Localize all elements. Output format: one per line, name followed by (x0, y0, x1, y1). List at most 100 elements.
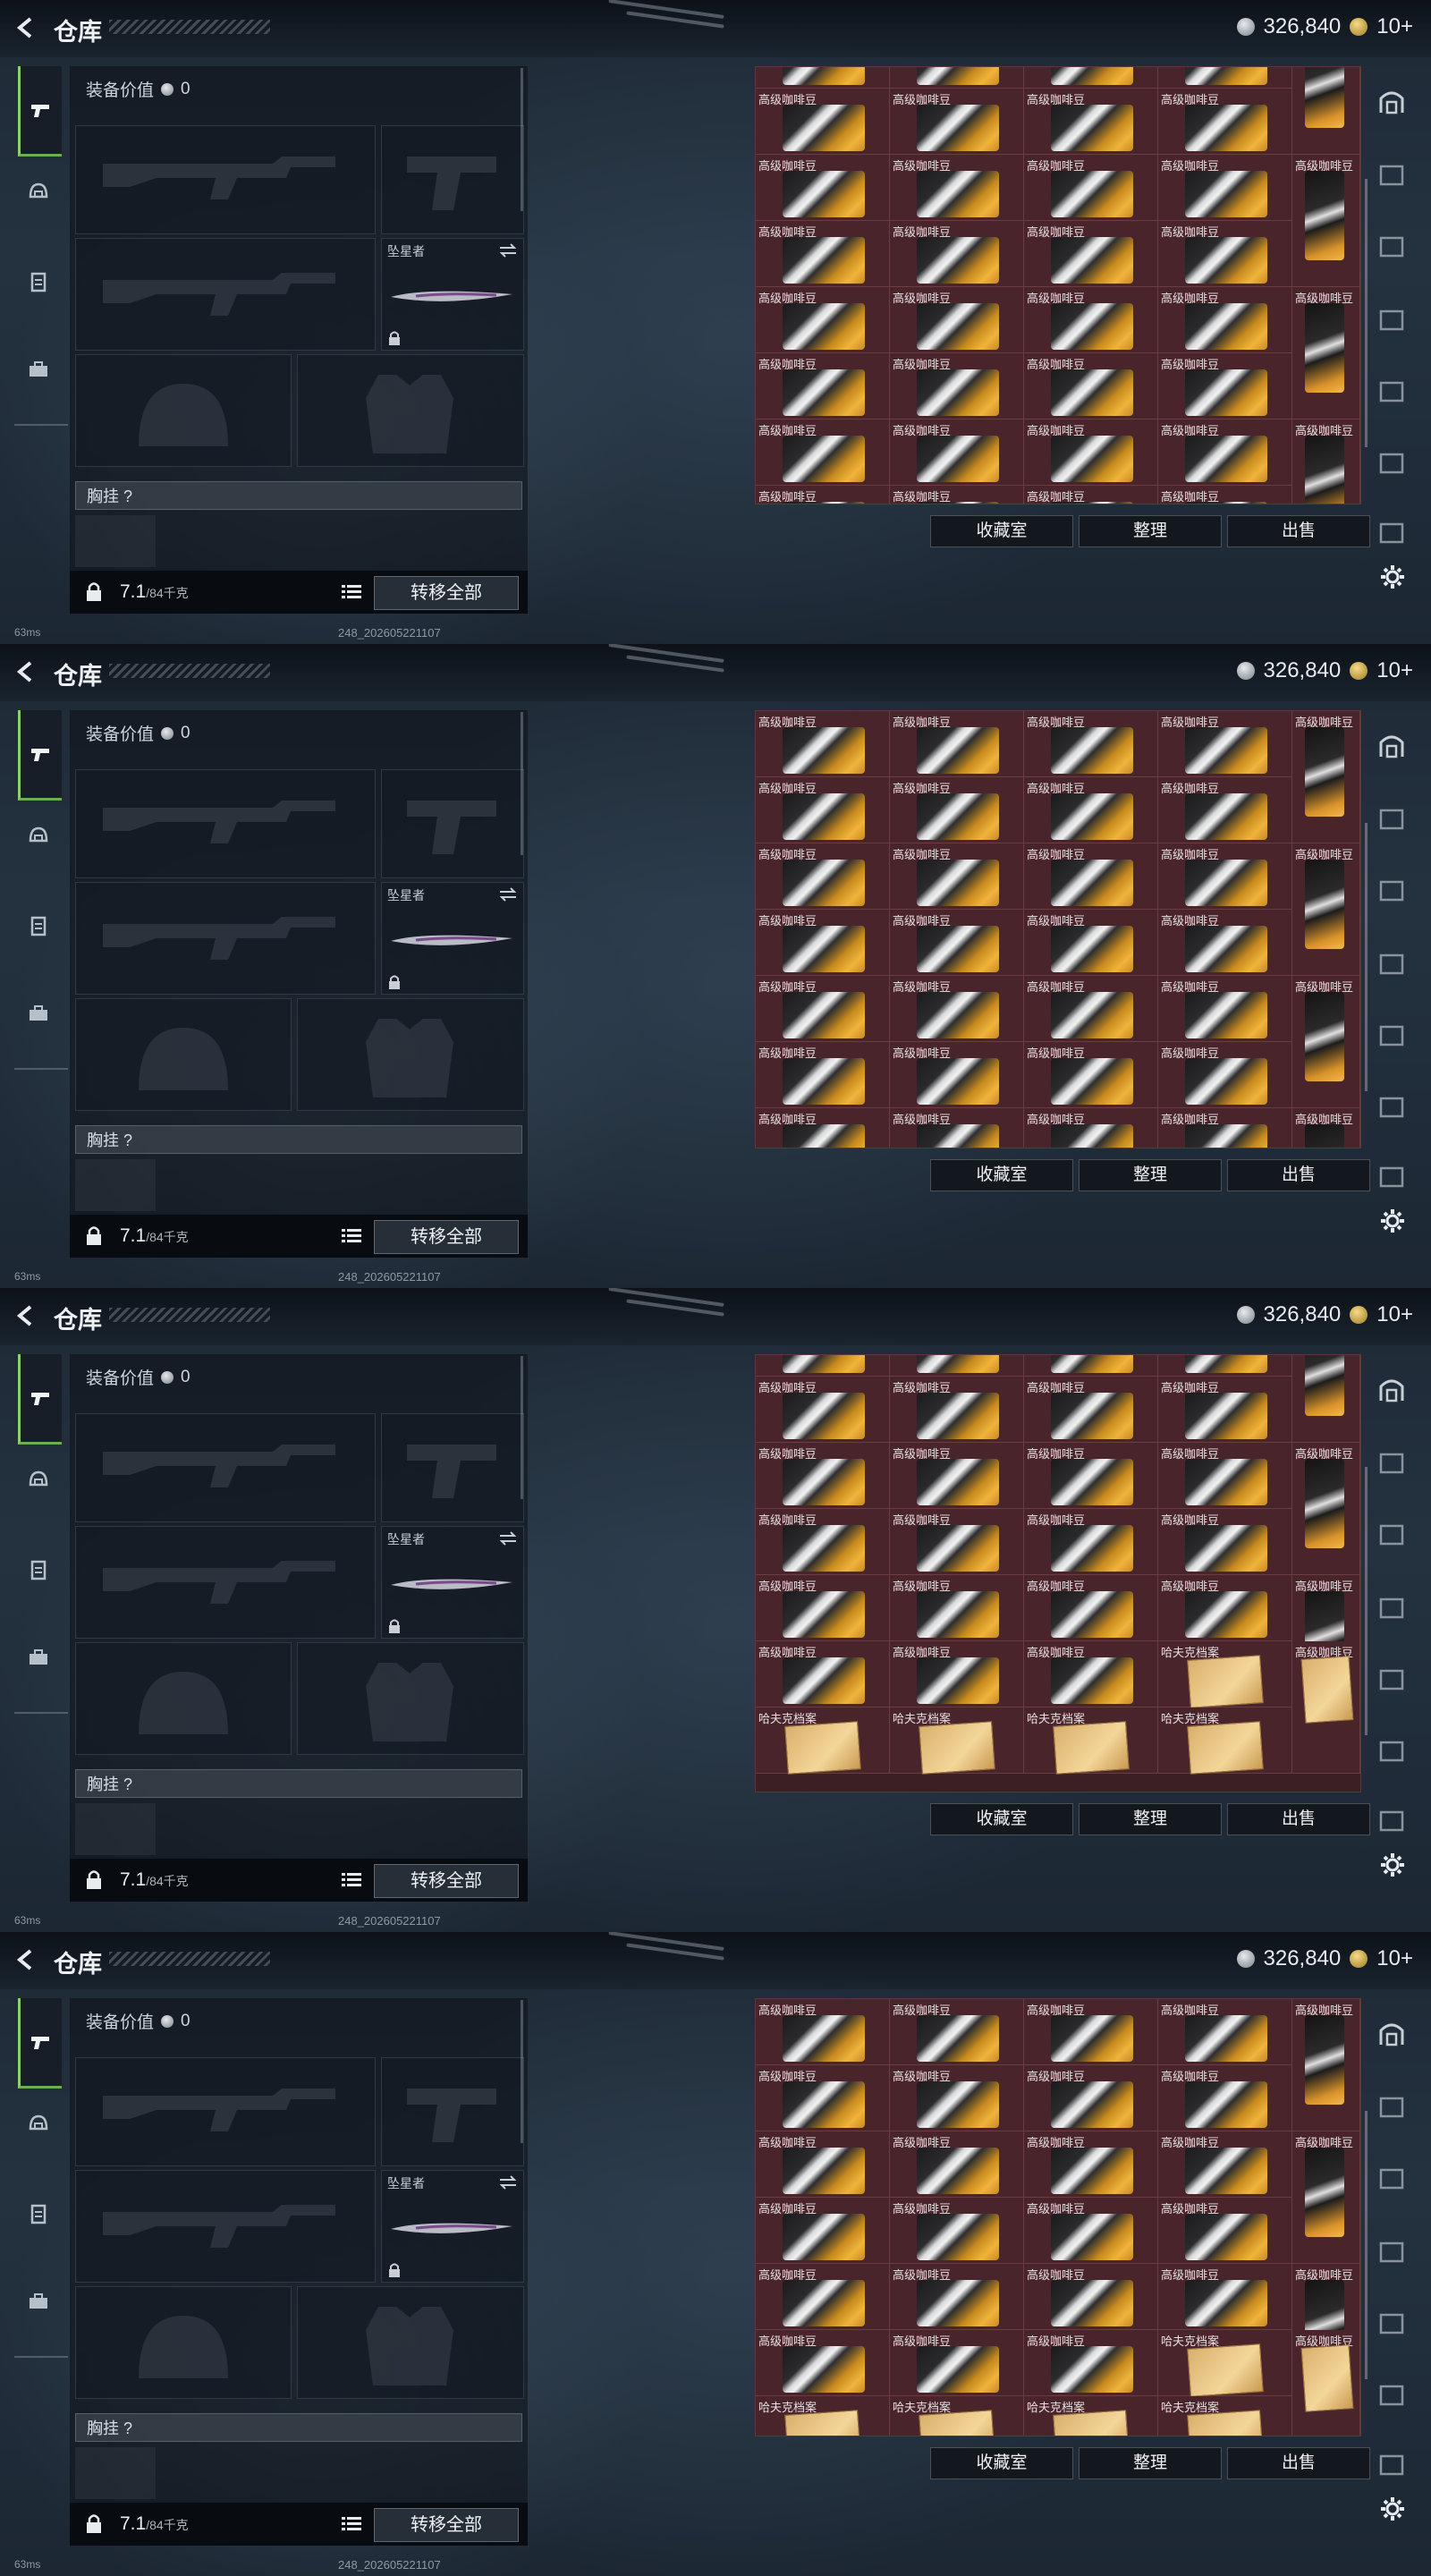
coffee-item-cell[interactable]: 高级咖啡豆 (1158, 221, 1292, 287)
coffee-item-cell[interactable]: 高级咖啡豆 (890, 1999, 1024, 2065)
primary-weapon-slot[interactable] (75, 2057, 376, 2166)
tab-helmet[interactable] (18, 816, 59, 857)
coffee-item-cell[interactable]: 高级咖啡豆 (1158, 486, 1292, 504)
armor-slot[interactable] (297, 998, 524, 1111)
coffee-item-cell[interactable]: 高级咖啡豆 (1158, 353, 1292, 419)
equipment-scrollbar[interactable] (521, 2000, 523, 2143)
coffee-item-cell[interactable]: 高级咖啡豆 (1024, 1509, 1158, 1575)
equipment-scrollbar[interactable] (521, 1356, 523, 1499)
armor-slot[interactable] (297, 2286, 524, 2399)
coffee-item-cell[interactable]: 高级咖啡豆 (756, 419, 890, 486)
coffee-item-cell[interactable]: 高级咖啡豆 (1292, 1999, 1360, 2131)
back-arrow-icon[interactable] (13, 1946, 39, 1973)
coffee-item-cell[interactable]: 高级咖啡豆 (1158, 1999, 1292, 2065)
coffee-item-cell[interactable]: 高级咖啡豆 (1024, 1575, 1158, 1641)
coffee-item-cell[interactable]: 高级咖啡豆 (890, 711, 1024, 777)
coffee-item-cell[interactable]: 高级咖啡豆 (756, 777, 890, 843)
file-item-cell[interactable]: 哈夫克档案 (756, 1707, 890, 1775)
tab-helmet[interactable] (18, 1460, 59, 1501)
coffee-item-cell[interactable] (1024, 1355, 1158, 1377)
settings-gear-icon[interactable] (1379, 2496, 1406, 2522)
inventory-scrollbar[interactable] (1365, 179, 1367, 447)
vault-container-button[interactable] (1376, 2308, 1411, 2343)
coffee-item-cell[interactable]: 高级咖啡豆 (1024, 1042, 1158, 1108)
coffee-item-cell[interactable] (1292, 67, 1360, 155)
equipment-scrollbar[interactable] (521, 68, 523, 211)
coffee-item-cell[interactable]: 高级咖啡豆 (1024, 486, 1158, 504)
inventory-scrollbar[interactable] (1365, 823, 1367, 1091)
coffee-item-cell[interactable]: 高级咖啡豆 (890, 1509, 1024, 1575)
coffee-item-cell[interactable]: 高级咖啡豆 (1024, 287, 1158, 353)
transfer-all-button[interactable]: 转移全部 (374, 576, 519, 610)
coffee-item-cell[interactable]: 高级咖啡豆 (1024, 976, 1158, 1042)
coffee-item-cell[interactable]: 高级咖啡豆 (756, 1042, 890, 1108)
coffee-item-cell[interactable] (1292, 1355, 1360, 1443)
helmet-slot[interactable] (75, 2286, 292, 2399)
vault-container-button[interactable] (1376, 948, 1411, 984)
coffee-item-cell[interactable]: 高级咖啡豆 (1292, 1443, 1360, 1575)
file-item-cell[interactable]: 哈夫克档案 (1158, 1641, 1292, 1708)
organize-button[interactable]: 整理 (1079, 515, 1222, 547)
coffee-item-cell[interactable]: 高级咖啡豆 (1292, 711, 1360, 843)
coffee-item-cell[interactable]: 高级咖啡豆 (1292, 2131, 1360, 2264)
coffee-item-cell[interactable]: 高级咖啡豆 (1024, 155, 1158, 221)
coffee-item-cell[interactable]: 高级咖啡豆 (1158, 1443, 1292, 1509)
list-icon[interactable] (342, 1871, 361, 1889)
back-arrow-icon[interactable] (13, 658, 39, 685)
second-weapon-slot[interactable] (75, 1526, 376, 1639)
coffee-item-cell[interactable]: 高级咖啡豆 (1292, 1108, 1360, 1148)
tab-helmet[interactable] (18, 172, 59, 213)
swap-icon[interactable] (498, 242, 518, 258)
lock-icon[interactable] (84, 1869, 104, 1891)
vault-container-button[interactable] (1376, 1805, 1411, 1841)
coffee-item-cell[interactable]: 高级咖啡豆 (1158, 2264, 1292, 2330)
coffee-item-cell[interactable]: 高级咖啡豆 (756, 2131, 890, 2198)
vault-container-button[interactable] (1376, 2163, 1411, 2199)
sell-button[interactable]: 出售 (1227, 1803, 1370, 1835)
coffee-item-cell[interactable]: 高级咖啡豆 (890, 2131, 1024, 2198)
chest-rig-slot[interactable] (75, 515, 156, 567)
coffee-item-cell[interactable]: 高级咖啡豆 (890, 777, 1024, 843)
list-icon[interactable] (342, 1227, 361, 1245)
coffee-item-cell[interactable]: 高级咖啡豆 (756, 2330, 890, 2396)
secondary-weapon-slot[interactable] (381, 125, 524, 234)
vault-main-button[interactable] (1376, 1374, 1411, 1410)
chest-rig-slot[interactable] (75, 2447, 156, 2499)
chest-rig-header[interactable]: 胸挂 ? (75, 2413, 522, 2442)
gold-amount[interactable]: 10+ (1376, 1302, 1413, 1327)
helmet-slot[interactable] (75, 998, 292, 1111)
coffee-item-cell[interactable]: 高级咖啡豆 (1024, 843, 1158, 910)
collection-room-button[interactable]: 收藏室 (930, 1803, 1073, 1835)
coffee-item-cell[interactable]: 高级咖啡豆 (890, 1042, 1024, 1108)
coffee-item-cell[interactable]: 高级咖啡豆 (1158, 976, 1292, 1042)
coffee-item-cell[interactable]: 高级咖啡豆 (1158, 1377, 1292, 1443)
secondary-weapon-slot[interactable] (381, 2057, 524, 2166)
back-arrow-icon[interactable] (13, 1302, 39, 1329)
vault-container-button[interactable] (1376, 2379, 1411, 2415)
coffee-item-cell[interactable]: 高级咖啡豆 (1292, 1641, 1360, 1774)
file-item-cell[interactable]: 哈夫克档案 (1158, 2330, 1292, 2397)
tab-weapons[interactable] (18, 710, 62, 801)
coffee-item-cell[interactable]: 高级咖啡豆 (1292, 976, 1360, 1108)
coffee-item-cell[interactable]: 高级咖啡豆 (756, 287, 890, 353)
coffee-item-cell[interactable]: 高级咖啡豆 (1158, 711, 1292, 777)
coffee-item-cell[interactable]: 高级咖啡豆 (1024, 353, 1158, 419)
equipment-scrollbar[interactable] (521, 712, 523, 855)
coffee-item-cell[interactable]: 高级咖啡豆 (1158, 1042, 1292, 1108)
vault-container-button[interactable] (1376, 875, 1411, 911)
second-weapon-slot[interactable] (75, 2170, 376, 2283)
vault-container-button[interactable] (1376, 1519, 1411, 1555)
coffee-item-cell[interactable]: 高级咖啡豆 (1024, 221, 1158, 287)
coffee-item-cell[interactable]: 高级咖啡豆 (756, 155, 890, 221)
tab-clipboard[interactable] (18, 261, 59, 302)
primary-weapon-slot[interactable] (75, 769, 376, 878)
collection-room-button[interactable]: 收藏室 (930, 1159, 1073, 1191)
coffee-item-cell[interactable]: 高级咖啡豆 (1158, 1575, 1292, 1641)
vault-main-button[interactable] (1376, 86, 1411, 122)
coffee-item-cell[interactable]: 高级咖啡豆 (1158, 2065, 1292, 2131)
coffee-item-cell[interactable]: 高级咖啡豆 (756, 910, 890, 976)
coffee-item-cell[interactable]: 高级咖啡豆 (756, 2065, 890, 2131)
coffee-item-cell[interactable]: 高级咖啡豆 (1158, 910, 1292, 976)
coffee-item-cell[interactable]: 高级咖啡豆 (1024, 711, 1158, 777)
vault-container-button[interactable] (1376, 231, 1411, 267)
